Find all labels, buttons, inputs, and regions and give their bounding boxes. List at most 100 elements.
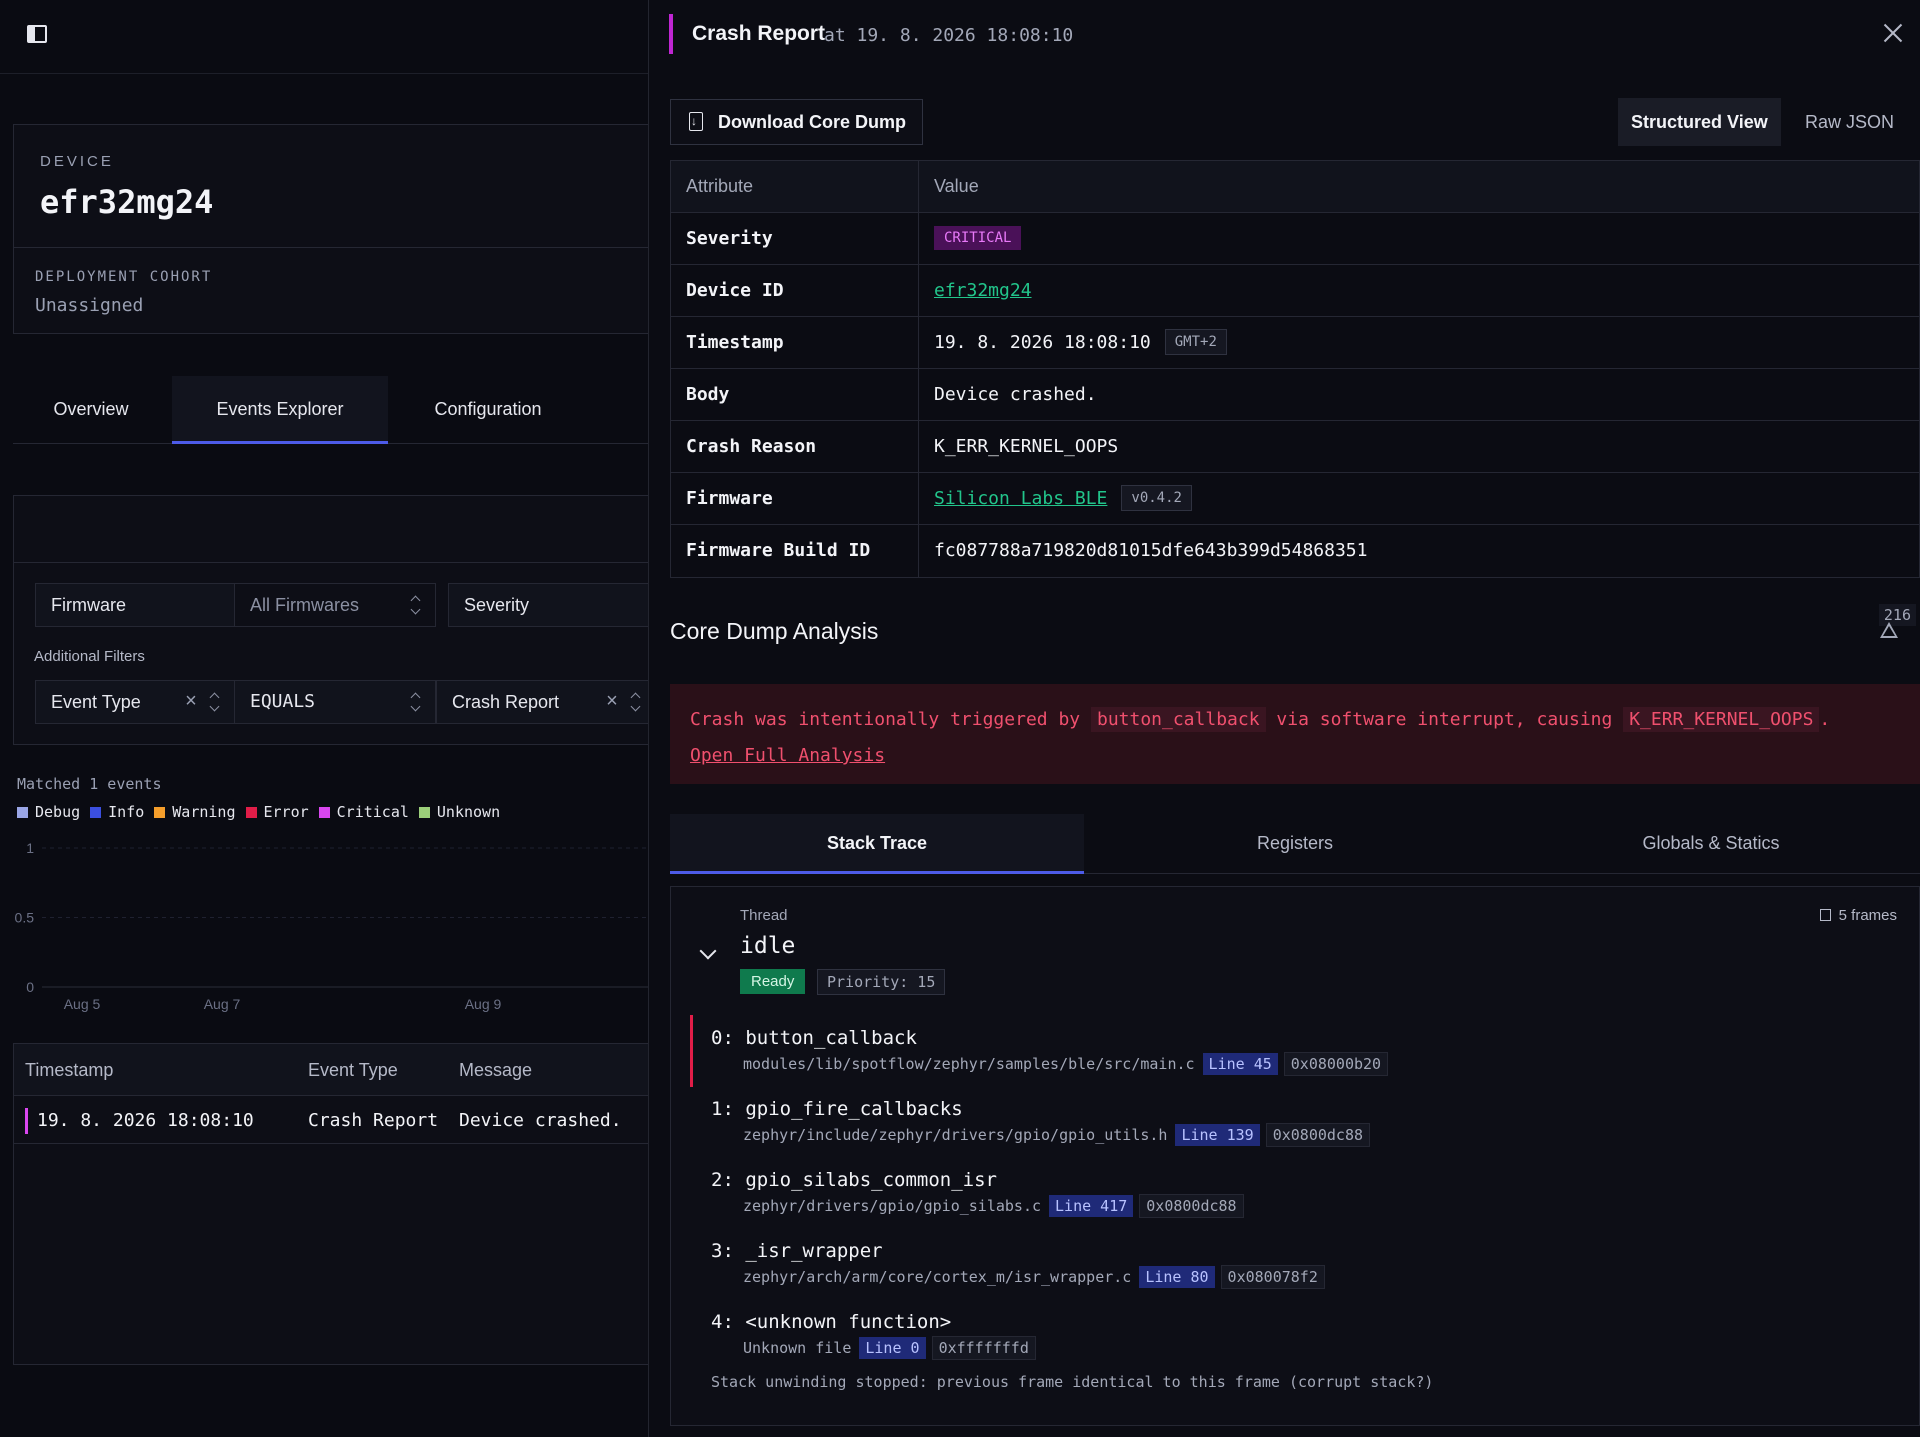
analysis-text: .: [1819, 709, 1831, 730]
table-row[interactable]: 19. 8. 2026 18:08:10 Crash Report Device…: [14, 1096, 648, 1144]
frame-line: Line 80: [1139, 1266, 1215, 1288]
matched-count: Matched 1 events: [17, 775, 162, 793]
row-message: Device crashed.: [459, 1110, 622, 1131]
close-icon[interactable]: [1882, 22, 1904, 44]
tab-stack-trace[interactable]: Stack Trace: [670, 814, 1084, 874]
severity-indicator: [25, 1108, 28, 1134]
legend-swatch: [154, 807, 166, 818]
crash-reason-value: K_ERR_KERNEL_OOPS: [934, 436, 1119, 457]
raw-json-button[interactable]: Raw JSON: [1792, 98, 1907, 146]
col-event-type[interactable]: Event Type: [308, 1060, 398, 1081]
severity-badge: CRITICAL: [934, 226, 1022, 250]
structured-view-button[interactable]: Structured View: [1618, 98, 1781, 146]
row-timestamp: 19. 8. 2026 18:08:10: [37, 1110, 254, 1131]
filter-field-select[interactable]: Event Type ×: [35, 680, 235, 724]
device-tabs: Overview Events Explorer Configuration: [13, 376, 648, 444]
warning-icon[interactable]: [1880, 622, 1898, 638]
chart-legend: Debug Info Warning Error Critical Unknow…: [17, 803, 500, 821]
select-stepper-icon: [411, 596, 421, 614]
y-tick-label: 1: [26, 840, 34, 856]
legend-label: Info: [108, 803, 145, 821]
table-row: Firmware Build ID fc087788a719820d81015d…: [671, 525, 1919, 577]
table-row: Timestamp 19. 8. 2026 18:08:10 GMT+2: [671, 317, 1919, 369]
filter-header: [14, 496, 648, 563]
legend-swatch: [418, 807, 430, 818]
table-header: Attribute Value: [671, 161, 1919, 213]
frame-line: Line 139: [1175, 1124, 1260, 1146]
tab-overview[interactable]: Overview: [13, 376, 169, 444]
filter-operator-select[interactable]: EQUALS: [234, 680, 436, 724]
col-message[interactable]: Message: [459, 1060, 532, 1081]
device-card: DEVICE efr32mg24 DEPLOYMENT COHORT Unass…: [13, 124, 648, 334]
y-tick-label: 0: [26, 979, 34, 995]
legend-label: Debug: [35, 803, 81, 821]
frame-address: 0x080078f2: [1220, 1265, 1325, 1289]
clear-field-icon[interactable]: ×: [182, 691, 200, 711]
frame-address: 0xfffffffd: [931, 1336, 1036, 1360]
table-row: Firmware Silicon Labs BLE v0.4.2: [671, 473, 1919, 525]
frame-file: zephyr/arch/arm/core/cortex_m/isr_wrappe…: [743, 1268, 1132, 1286]
legend-swatch: [245, 807, 257, 818]
copy-icon: [1819, 909, 1831, 921]
thread-panel: Thread idle Ready Priority: 15 5 frames …: [670, 886, 1920, 1426]
select-stepper-icon: [411, 693, 421, 711]
tab-registers[interactable]: Registers: [1088, 814, 1502, 874]
filter-field-value: Event Type: [51, 692, 141, 712]
sidebar-toggle-icon[interactable]: [27, 25, 47, 43]
chevron-down-icon[interactable]: [699, 942, 717, 960]
col-value: Value: [934, 176, 979, 196]
stack-frame[interactable]: 3: _isr_wrapper zephyr/arch/arm/core/cor…: [711, 1240, 1891, 1289]
drawer-title: Crash Report: [692, 22, 826, 45]
stack-frame[interactable]: 4: <unknown function> Unknown file Line 0…: [711, 1311, 1891, 1360]
frames-count[interactable]: 5 frames: [1819, 907, 1897, 924]
firmware-select[interactable]: All Firmwares: [234, 583, 436, 627]
clear-value-icon[interactable]: ×: [603, 691, 621, 711]
stack-frame[interactable]: 2: gpio_silabs_common_isr zephyr/drivers…: [711, 1169, 1891, 1218]
stack-frame[interactable]: 0: button_callback modules/lib/spotflow/…: [711, 1027, 1891, 1076]
cohort-label: DEPLOYMENT COHORT: [35, 269, 213, 285]
core-dump-analysis-title: Core Dump Analysis: [670, 618, 879, 644]
frame-file: modules/lib/spotflow/zephyr/samples/ble/…: [743, 1055, 1195, 1073]
attr-key: Timestamp: [671, 317, 919, 368]
frame-function: 1: gpio_fire_callbacks: [711, 1098, 963, 1120]
severity-filter-label[interactable]: Severity: [448, 583, 648, 627]
divider: [14, 247, 648, 248]
col-timestamp[interactable]: Timestamp: [25, 1060, 113, 1081]
filter-value-select[interactable]: Crash Report ×: [436, 680, 648, 724]
table-row: Body Device crashed.: [671, 369, 1919, 421]
tab-events-explorer[interactable]: Events Explorer: [172, 376, 388, 444]
legend-warning[interactable]: Warning: [154, 803, 236, 821]
firmware-link[interactable]: Silicon Labs BLE: [934, 488, 1107, 509]
stack-frame[interactable]: 1: gpio_fire_callbacks zephyr/include/ze…: [711, 1098, 1891, 1147]
frame-address: 0x0800dc88: [1139, 1194, 1244, 1218]
body-value: Device crashed.: [934, 384, 1097, 405]
legend-unknown[interactable]: Unknown: [418, 803, 500, 821]
download-label: Download Core Dump: [718, 112, 906, 132]
attr-key: Body: [671, 369, 919, 420]
tab-globals-statics[interactable]: Globals & Statics: [1504, 814, 1918, 874]
legend-swatch: [318, 807, 330, 818]
legend-error[interactable]: Error: [245, 803, 309, 821]
analysis-summary: Crash was intentionally triggered by but…: [670, 684, 1920, 784]
analysis-text: via software interrupt, causing: [1276, 709, 1613, 730]
legend-label: Warning: [172, 803, 236, 821]
filter-value: Crash Report: [452, 692, 560, 712]
legend-label: Error: [263, 803, 309, 821]
thread-state-badge: Ready: [740, 969, 806, 994]
firmware-select-value: All Firmwares: [250, 595, 360, 615]
device-id-link[interactable]: efr32mg24: [934, 280, 1032, 301]
additional-filters-label: Additional Filters: [34, 648, 145, 665]
view-toggle: Structured View Raw JSON: [1618, 98, 1918, 146]
events-chart: 1 0.5 0 Aug 5 Aug 7 Aug 9: [15, 840, 648, 1012]
drawer-timestamp: at 19. 8. 2026 18:08:10: [824, 25, 1074, 46]
tab-configuration[interactable]: Configuration: [388, 376, 588, 444]
legend-debug[interactable]: Debug: [17, 803, 80, 821]
timestamp-value: 19. 8. 2026 18:08:10: [934, 332, 1151, 353]
download-core-dump-button[interactable]: Download Core Dump: [670, 99, 923, 145]
thread-priority-chip: Priority: 15: [817, 969, 946, 995]
attr-key: Crash Reason: [671, 421, 919, 472]
legend-critical[interactable]: Critical: [318, 803, 409, 821]
open-full-analysis-link[interactable]: Open Full Analysis: [690, 745, 885, 766]
attr-key: Firmware: [671, 473, 919, 524]
legend-info[interactable]: Info: [90, 803, 144, 821]
